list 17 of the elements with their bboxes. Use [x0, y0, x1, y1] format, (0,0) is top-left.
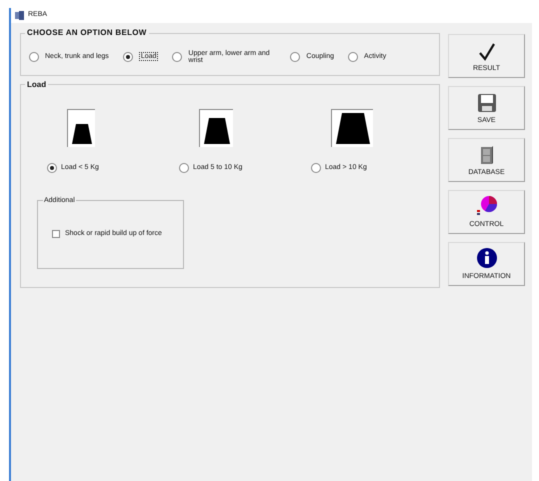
radio-button[interactable]: [172, 52, 182, 62]
weight-icon: [199, 109, 233, 147]
weight-icon: [331, 109, 373, 147]
pie-chart-icon: [476, 194, 498, 216]
checkbox[interactable]: [52, 230, 60, 238]
radio-button[interactable]: [290, 52, 300, 62]
app-icon: [15, 11, 24, 20]
radio-button[interactable]: [311, 163, 321, 174]
radio-button[interactable]: [47, 163, 57, 174]
radio-button[interactable]: [122, 52, 133, 62]
file-cabinet-icon: [480, 144, 494, 164]
information-icon: [476, 246, 498, 268]
weight-icon: [67, 109, 95, 147]
checkmark-icon: [478, 42, 496, 60]
radio-button[interactable]: [179, 163, 189, 174]
radio-button[interactable]: [348, 52, 358, 62]
radio-button[interactable]: [29, 52, 39, 62]
